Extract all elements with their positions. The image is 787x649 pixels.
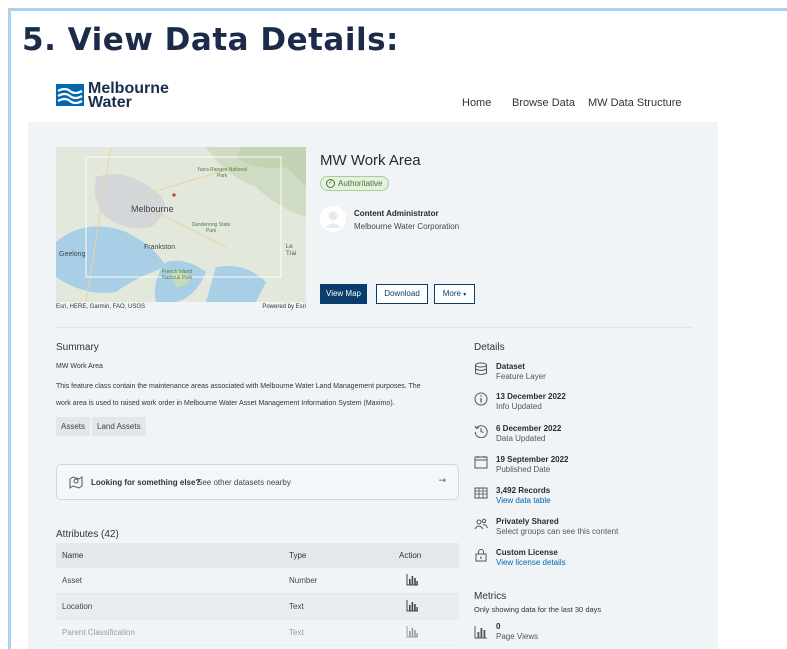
- owner-avatar: [320, 206, 346, 232]
- nav-mw-data-structure[interactable]: MW Data Structure: [588, 97, 682, 109]
- check-circle-icon: ✓: [326, 179, 335, 188]
- nav-home[interactable]: Home: [462, 97, 491, 109]
- summary-line2: work area is used to raised work order i…: [56, 400, 395, 407]
- slide-title: 5. View Data Details:: [22, 22, 399, 58]
- detail-title: Privately Shared: [496, 517, 559, 526]
- table-row: Asset Number: [56, 568, 459, 594]
- summary-line1: This feature class contain the maintenan…: [56, 383, 421, 390]
- detail-title: 6 December 2022: [496, 424, 562, 433]
- metric-label: Page Views: [496, 632, 539, 641]
- metrics-heading: Metrics: [474, 591, 507, 602]
- database-icon: [475, 362, 487, 375]
- table-header: Name Type Action: [56, 543, 459, 568]
- more-button[interactable]: More ▾: [434, 284, 475, 304]
- dataset-page: Melbourne Frankston Geelong Yarra Ranges…: [28, 122, 718, 649]
- row-type: Text: [289, 602, 304, 611]
- map-pin-icon: [69, 476, 83, 489]
- row-type: Text: [289, 628, 304, 637]
- metrics-subtitle: Only showing data for the last 30 days: [474, 605, 602, 614]
- bar-chart-icon[interactable]: [406, 626, 419, 638]
- bar-chart-icon: [474, 626, 487, 639]
- logo-line2: Water: [88, 94, 132, 111]
- wave-logo-icon: [56, 84, 84, 106]
- detail-sub: Published Date: [496, 465, 551, 474]
- nearby-link-text: See other datasets nearby: [197, 478, 291, 487]
- info-icon: [474, 392, 488, 406]
- summary-subtitle: MW Work Area: [56, 363, 103, 370]
- col-action: Action: [399, 551, 422, 560]
- more-label: More: [442, 289, 461, 298]
- caret-down-icon: ▾: [463, 292, 467, 298]
- users-icon: [474, 518, 488, 530]
- logo-text: Melbourne Water: [88, 81, 169, 111]
- table-icon: [474, 487, 488, 499]
- download-button[interactable]: Download: [376, 284, 428, 304]
- map-attribution: Esri, HERE, Garmin, FAO, USGS Powered by…: [56, 304, 306, 310]
- detail-title: 19 September 2022: [496, 455, 569, 464]
- authoritative-badge: ✓ Authoritative: [320, 176, 390, 191]
- user-silhouette-icon: [320, 206, 346, 232]
- view-map-button[interactable]: View Map: [320, 284, 367, 304]
- tag-assets[interactable]: Assets: [56, 417, 91, 436]
- map-label-french-island: French Island National Park: [161, 269, 193, 281]
- summary-heading: Summary: [56, 342, 99, 353]
- detail-title: Dataset: [496, 362, 525, 371]
- col-type: Type: [289, 551, 307, 560]
- license-icon: [475, 549, 487, 562]
- map-label-geelong: Geelong: [59, 251, 86, 258]
- details-heading: Details: [474, 342, 505, 353]
- row-name: Parent Classification: [62, 628, 135, 637]
- detail-title: Custom License: [496, 548, 558, 557]
- metric-value: 0: [496, 622, 501, 631]
- divider: [56, 327, 692, 328]
- row-name: Location: [62, 602, 93, 611]
- map-label-dandenong: Dandenong State Park: [191, 222, 231, 234]
- nearby-datasets-card[interactable]: Looking for something else? See other da…: [56, 464, 459, 500]
- detail-sub: Select groups can see this content: [496, 527, 619, 536]
- table-row: Parent Classification Text: [56, 620, 459, 646]
- melbourne-water-logo[interactable]: Melbourne Water: [56, 81, 169, 111]
- bar-chart-icon[interactable]: [406, 600, 419, 612]
- view-license-link[interactable]: View license details: [496, 558, 566, 567]
- row-type: Number: [289, 576, 318, 585]
- nav-browse-data[interactable]: Browse Data: [512, 97, 575, 109]
- bar-chart-icon[interactable]: [406, 574, 419, 586]
- map-thumbnail[interactable]: Melbourne Frankston Geelong Yarra Ranges…: [56, 147, 306, 302]
- map-attribution-left: Esri, HERE, Garmin, FAO, USGS: [56, 304, 146, 310]
- detail-sub: Feature Layer: [496, 372, 546, 381]
- table-row: Location Text: [56, 594, 459, 620]
- row-name: Asset: [62, 576, 83, 585]
- detail-sub: Data Updated: [496, 434, 546, 443]
- calendar-icon: [474, 456, 488, 469]
- badge-label: Authoritative: [338, 179, 383, 188]
- owner-org: Melbourne Water Corporation: [354, 222, 460, 231]
- map-label-frankston: Frankston: [144, 244, 176, 251]
- nearby-bold-text: Looking for something else?: [91, 478, 201, 487]
- history-icon: [474, 425, 488, 438]
- view-data-table-link[interactable]: View data table: [496, 496, 551, 505]
- map-label-yarra-ranges: Yarra Ranges National Park: [196, 167, 248, 179]
- detail-sub: Info Updated: [496, 402, 542, 411]
- detail-title: 13 December 2022: [496, 392, 566, 401]
- arrow-right-icon: →: [438, 476, 446, 486]
- map-label-le-trai: Le Trai: [286, 244, 297, 257]
- dataset-title: MW Work Area: [320, 152, 421, 169]
- tag-land-assets[interactable]: Land Assets: [92, 417, 146, 436]
- detail-title: 3,492 Records: [496, 486, 551, 495]
- map-label-melbourne: Melbourne: [131, 204, 174, 214]
- attributes-heading: Attributes (42): [56, 529, 119, 540]
- attributes-table: Name Type Action Asset Number Location T…: [56, 543, 459, 646]
- map-attribution-right: Powered by Esri: [262, 304, 306, 310]
- owner-name[interactable]: Content Administrator: [354, 209, 439, 218]
- col-name: Name: [62, 551, 84, 560]
